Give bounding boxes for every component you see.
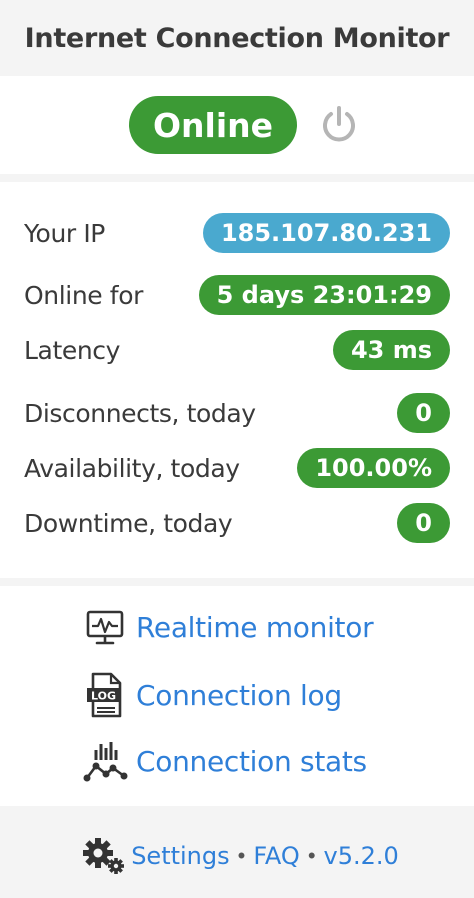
gears-icon[interactable] <box>81 836 127 876</box>
stat-row-ip: Your IP 185.107.80.231 <box>24 213 450 253</box>
power-icon <box>323 106 355 142</box>
realtime-monitor-link[interactable]: Realtime monitor <box>82 600 374 654</box>
stat-row-latency: Latency 43 ms <box>24 330 450 370</box>
link-label: Connection log <box>136 678 342 712</box>
downtime-badge: 0 <box>397 503 450 543</box>
stat-row-disconnects: Disconnects, today 0 <box>24 393 450 433</box>
availability-badge: 100.00% <box>297 448 450 488</box>
disconnects-badge: 0 <box>397 393 450 433</box>
monitor-icon <box>82 602 128 652</box>
power-button[interactable] <box>317 103 361 147</box>
status-badge: Online <box>128 96 298 154</box>
connection-log-link[interactable]: LOG Connection log <box>82 668 342 722</box>
settings-link[interactable]: Settings <box>131 842 229 870</box>
connection-stats-link[interactable]: Connection stats <box>82 734 367 788</box>
separator: • <box>307 843 316 868</box>
footer-links: Settings • FAQ • v5.2.0 <box>81 836 399 876</box>
status-panel: Online <box>0 76 474 174</box>
stat-label: Online for <box>24 280 143 310</box>
ip-badge: 185.107.80.231 <box>202 213 450 253</box>
link-label: Realtime monitor <box>136 610 374 644</box>
separator: • <box>237 843 246 868</box>
links-panel: Realtime monitor LOG Connection log Conn… <box>0 586 474 806</box>
stat-row-availability: Availability, today 100.00% <box>24 448 450 488</box>
log-file-icon: LOG <box>82 670 128 720</box>
stats-panel: Your IP 185.107.80.231 Online for 5 days… <box>0 182 474 578</box>
latency-badge: 43 ms <box>332 330 450 370</box>
stat-label: Availability, today <box>24 453 240 483</box>
stat-row-downtime: Downtime, today 0 <box>24 503 450 543</box>
svg-text:LOG: LOG <box>91 690 116 703</box>
stat-label: Latency <box>24 335 121 365</box>
faq-link[interactable]: FAQ <box>253 842 300 870</box>
stats-chart-icon <box>82 736 128 786</box>
link-label: Connection stats <box>136 744 367 778</box>
version-link[interactable]: v5.2.0 <box>324 842 399 870</box>
footer: Settings • FAQ • v5.2.0 <box>0 814 474 898</box>
app-title: Internet Connection Monitor <box>24 22 450 54</box>
stat-label: Downtime, today <box>24 508 233 538</box>
stat-row-online-for: Online for 5 days 23:01:29 <box>24 275 450 315</box>
stat-label: Disconnects, today <box>24 398 256 428</box>
online-for-badge: 5 days 23:01:29 <box>198 275 450 315</box>
stat-label: Your IP <box>24 218 105 248</box>
app-header: Internet Connection Monitor <box>0 0 474 76</box>
